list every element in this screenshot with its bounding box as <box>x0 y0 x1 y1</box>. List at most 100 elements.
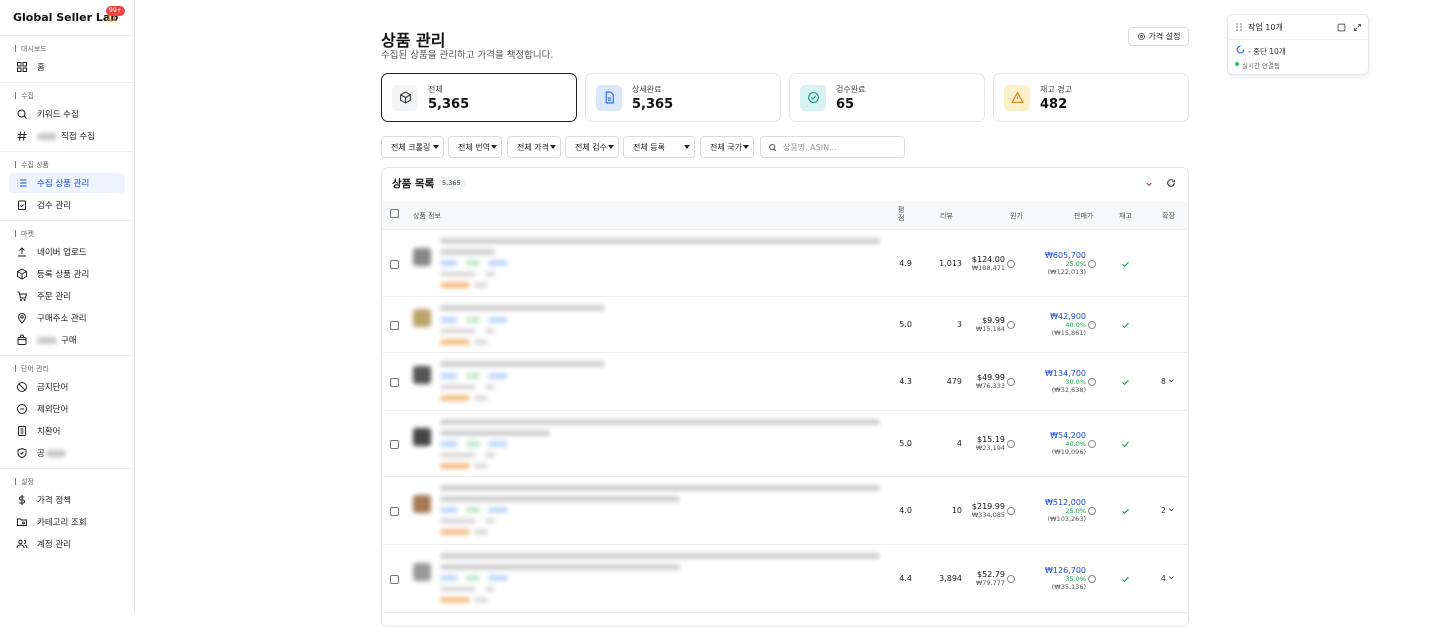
info-icon[interactable] <box>1088 259 1096 268</box>
info-icon[interactable] <box>1007 321 1015 329</box>
price-setting-button[interactable]: 가격 설정 <box>1128 27 1189 46</box>
map-pin-icon <box>17 313 27 324</box>
stock-check-icon <box>1122 322 1129 329</box>
sidebar-item[interactable]: 수집 상품 관리 <box>9 173 125 193</box>
info-icon[interactable] <box>1007 440 1015 448</box>
margin: 35.0% <box>1065 575 1086 583</box>
info-icon[interactable] <box>1088 321 1096 329</box>
header-expand: 확장 <box>1162 212 1175 220</box>
blurred-meta <box>485 586 495 592</box>
table-row[interactable]: 4.3 479 $49.99 ₩76,333 ₩134,700 30.0% (₩32,638… <box>382 353 1188 411</box>
table-row[interactable]: 4.4 3,894 $52.79 ₩79,777 ₩126,700 35.0% (₩35,1… <box>382 545 1188 613</box>
expand-toggle[interactable]: 2 <box>1161 506 1175 515</box>
shield-icon <box>17 447 27 459</box>
header-rating[interactable]: 평점 <box>898 206 906 222</box>
sidebar-item[interactable]: 공 <box>9 443 125 463</box>
page-subtitle: 수집된 상품을 관리하고 가격을 책정합니다. <box>381 50 554 61</box>
stat-card-stock-warning[interactable]: 재고 경고 482 <box>993 73 1189 122</box>
cost-usd: $9.99 <box>982 316 1005 325</box>
row-checkbox[interactable] <box>390 507 399 516</box>
sidebar-item-label: 가격 정책 <box>37 496 71 506</box>
info-icon[interactable] <box>1007 259 1015 268</box>
info-icon[interactable] <box>1007 575 1015 583</box>
info-icon[interactable] <box>1007 378 1015 386</box>
sidebar-item[interactable]: 검수 관리 <box>9 195 125 215</box>
cost-usd: $124.00 <box>971 254 1005 264</box>
list-icon <box>17 179 27 187</box>
row-checkbox[interactable] <box>390 575 399 584</box>
clipboard-check-icon <box>18 200 26 210</box>
sidebar-item[interactable]: 금지단어 <box>9 377 125 397</box>
expand-icon[interactable] <box>1353 23 1362 32</box>
hash-icon <box>17 131 27 141</box>
profit: (₩122,013) <box>1047 267 1086 276</box>
blurred-tag <box>440 317 458 323</box>
bag-icon <box>17 334 27 345</box>
table-row[interactable]: 5.0 3 $9.99 ₩15,184 ₩42,900 40.0% (₩15,861) <box>382 297 1188 353</box>
info-icon[interactable] <box>1088 575 1096 583</box>
table-row[interactable]: 5.0 4 $15.19 ₩23,194 ₩54,200 40.0% (₩19,096) <box>382 411 1188 477</box>
chevron-down-icon[interactable] <box>1145 180 1153 188</box>
table-row[interactable]: 4.0 10 $219.99 ₩334,085 ₩512,000 25.0% (₩103,2… <box>382 477 1188 545</box>
sidebar-item[interactable]: 가격 정책 <box>9 490 125 510</box>
header-cost[interactable]: 원가 <box>1010 211 1023 221</box>
table-row[interactable]: 4.9 1,013 $124.00 ₩188,471 ₩605,700 25.0% (₩12… <box>382 230 1188 297</box>
sidebar-item[interactable]: 치환어 <box>9 421 125 441</box>
rating: 4.9 <box>899 258 912 268</box>
info-icon[interactable] <box>1088 507 1096 515</box>
expand-toggle[interactable]: 4 <box>1161 574 1175 583</box>
header-review[interactable]: 리뷰 <box>940 211 953 221</box>
margin: 40.0% <box>1065 440 1086 448</box>
folder-icon <box>17 518 27 526</box>
sidebar-item[interactable]: 네이버 업로드 <box>9 242 125 262</box>
blurred-tag <box>488 260 508 266</box>
upload-icon <box>18 247 26 257</box>
sidebar-item[interactable]: 구매 <box>9 330 125 350</box>
list-count-badge: 5,365 <box>437 177 466 189</box>
chevron-down-icon <box>1169 576 1175 580</box>
sidebar-item[interactable]: 카테고리 조회 <box>9 512 125 532</box>
row-checkbox[interactable] <box>390 378 399 387</box>
info-icon[interactable] <box>1007 507 1015 515</box>
stat-card-detail-done[interactable]: 상세완료 5,365 <box>585 73 781 122</box>
search-input[interactable]: 상품명, ASIN... <box>760 136 905 158</box>
stat-card-review-done[interactable]: 검수완료 65 <box>789 73 985 122</box>
doc-icon <box>596 84 622 111</box>
blurred-product-title <box>440 249 495 255</box>
expand-toggle[interactable]: 8 <box>1161 377 1175 386</box>
row-checkbox[interactable] <box>390 440 399 449</box>
cost-krw: ₩79,777 <box>975 579 1005 587</box>
sidebar-item[interactable]: 키워드 수집 <box>9 104 125 124</box>
sidebar-item[interactable]: 계정 관리 <box>9 534 125 554</box>
row-checkbox[interactable] <box>390 259 399 269</box>
drag-handle-icon[interactable] <box>1236 23 1242 31</box>
row-checkbox[interactable] <box>390 321 399 330</box>
sidebar-item-label: 금지단어 <box>37 383 69 393</box>
blurred-tag <box>488 317 508 323</box>
rating: 4.0 <box>899 506 912 515</box>
filter-crawl[interactable]: 전체 크롤링 <box>381 136 444 158</box>
variant-count: 4 <box>1161 574 1166 583</box>
info-icon[interactable] <box>1088 378 1096 386</box>
filter-country[interactable]: 전체 국가 <box>700 136 754 158</box>
nav-section: 수집 상품 수집 상품 관리 검수 관리 <box>0 152 134 215</box>
info-icon[interactable] <box>1088 440 1096 448</box>
sidebar-item[interactable]: 직접 수집 <box>9 126 125 146</box>
filter-price[interactable]: 전체 가격 <box>507 136 561 158</box>
blurred-tag <box>440 373 458 379</box>
cost-krw: ₩188,471 <box>971 263 1005 272</box>
sidebar-item[interactable]: 등록 상품 관리 <box>9 264 125 284</box>
filter-register[interactable]: 전체 등록 <box>623 136 695 158</box>
sidebar-item[interactable]: 제외단어 <box>9 399 125 419</box>
sidebar-item[interactable]: 홈 <box>9 57 125 77</box>
job-title: 작업 10개 <box>1248 23 1283 32</box>
minimize-icon[interactable] <box>1337 23 1346 32</box>
filter-review[interactable]: 전체 검수 <box>565 136 619 158</box>
blurred-meta <box>485 452 495 458</box>
stat-card-total[interactable]: 전체 5,365 <box>381 73 577 122</box>
sidebar-item[interactable]: 구매주소 관리 <box>9 308 125 328</box>
select-all-checkbox[interactable] <box>390 209 399 218</box>
sidebar-item[interactable]: 주문 관리 <box>9 286 125 306</box>
filter-translate[interactable]: 전체 번역 <box>448 136 502 158</box>
refresh-icon[interactable] <box>1166 178 1176 188</box>
